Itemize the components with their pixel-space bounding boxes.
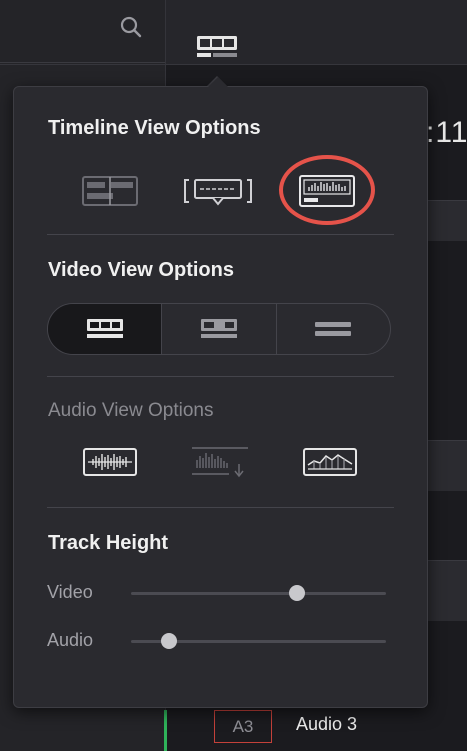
left-panel-divider: [0, 62, 165, 63]
timeline-view-options-popover: Timeline View Options Video View Options…: [13, 77, 428, 708]
track-header: [426, 200, 467, 241]
section-divider: [47, 376, 394, 377]
audio-height-slider-thumb[interactable]: [161, 633, 178, 649]
track-name[interactable]: Audio 3: [296, 714, 357, 735]
timecode-display: :11: [426, 116, 467, 149]
large-thumbnail-view-icon[interactable]: [48, 304, 163, 354]
toolbar-divider: [0, 64, 467, 65]
video-height-slider[interactable]: [131, 585, 386, 601]
section-divider: [47, 507, 394, 508]
timeline-view-options-title: Timeline View Options: [48, 117, 261, 139]
playhead-marker: [164, 710, 167, 751]
subtitle-tracks-icon[interactable]: [182, 171, 254, 211]
audio-height-slider[interactable]: [131, 633, 386, 649]
track-height-title: Track Height: [48, 532, 169, 554]
track-header: [426, 560, 467, 621]
audio-waveform-split-icon[interactable]: [188, 443, 252, 481]
popover-notch-fill: [208, 77, 228, 87]
video-view-segmented-control: [47, 303, 391, 355]
search-icon[interactable]: [118, 14, 144, 40]
video-view-options-title: Video View Options: [48, 259, 234, 281]
section-divider: [47, 234, 394, 235]
small-thumbnail-view-icon[interactable]: [162, 304, 277, 354]
track-header: [426, 440, 467, 491]
video-height-label: Video: [47, 582, 93, 602]
video-height-slider-thumb[interactable]: [288, 585, 305, 601]
simple-view-icon[interactable]: [277, 304, 390, 354]
audio-waveform-view-icon[interactable]: [297, 173, 357, 209]
audio-view-options-title: Audio View Options: [48, 400, 214, 421]
audio-waveform-overlay-icon[interactable]: [300, 445, 360, 479]
stacked-timelines-icon[interactable]: [78, 171, 142, 211]
timeline-view-options-button[interactable]: [194, 34, 240, 64]
audio-height-label: Audio: [47, 630, 94, 650]
track-id-badge[interactable]: A3: [214, 710, 272, 743]
audio-waveform-icon[interactable]: [80, 445, 140, 479]
